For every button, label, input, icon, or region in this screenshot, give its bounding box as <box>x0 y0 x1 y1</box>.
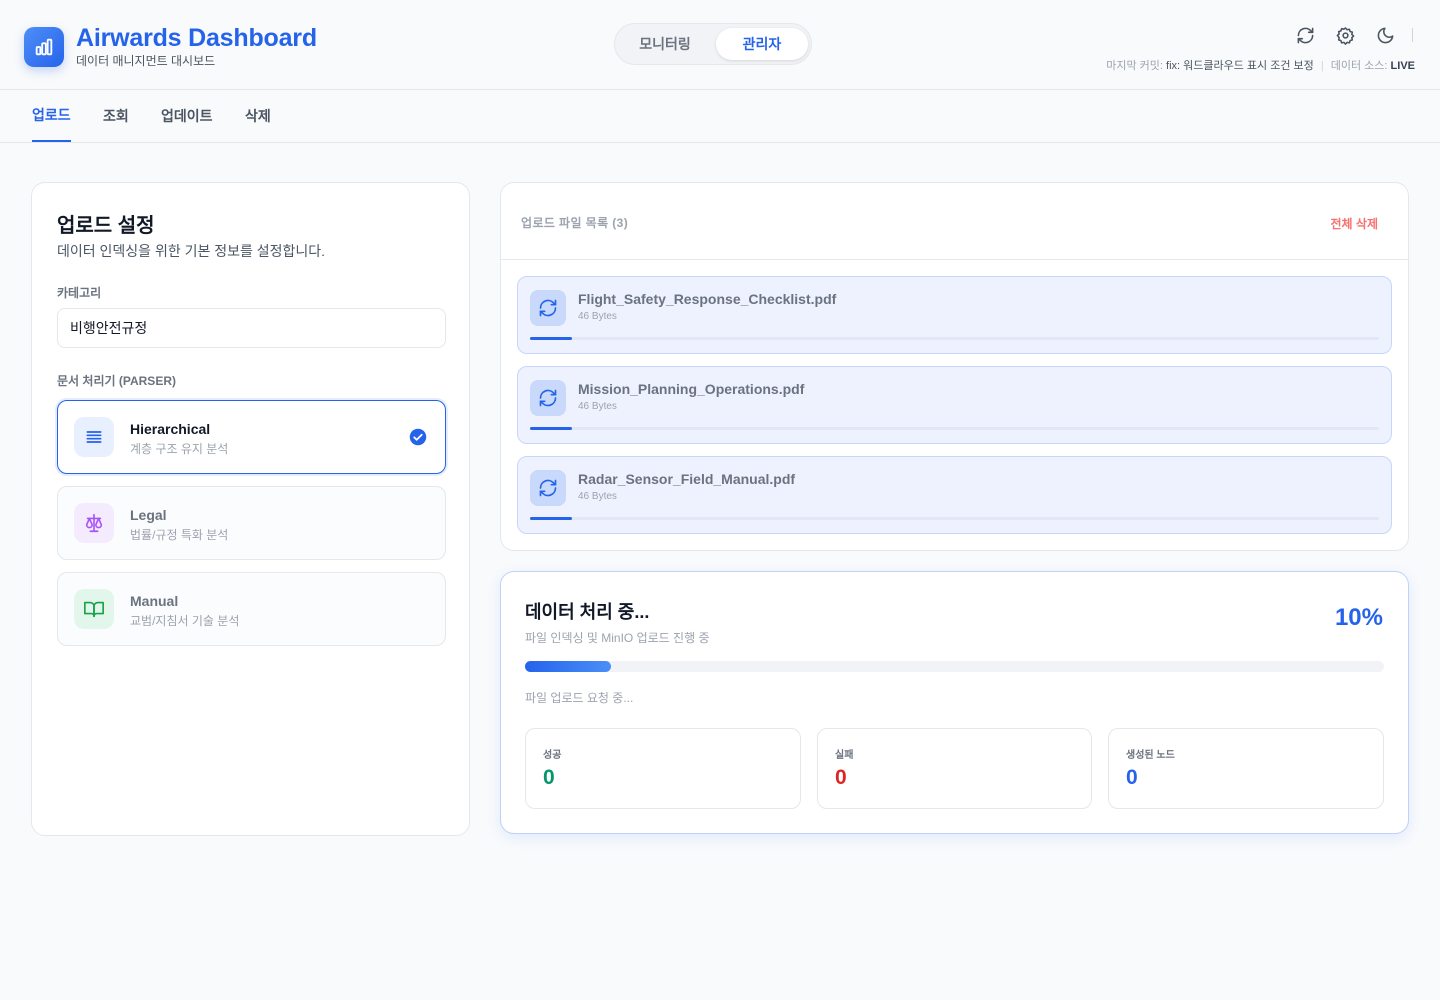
commit-label: 마지막 커밋: <box>1106 60 1163 72</box>
file-progress-fill <box>530 337 573 340</box>
commit-info: 마지막 커밋: fix: 워드클라우드 표시 조건 보정 | 데이터 소스: L… <box>1106 57 1415 73</box>
tab-search[interactable]: 조회 <box>103 90 129 142</box>
processing-subtitle: 파일 인덱싱 및 MinIO 업로드 진행 중 <box>525 631 710 645</box>
file-size: 46 Bytes <box>578 491 617 502</box>
commit-value: fix: 워드클라우드 표시 조건 보정 <box>1166 60 1314 72</box>
parser-desc: 법률/규정 특화 분석 <box>130 528 229 542</box>
file-progress-fill <box>530 427 573 430</box>
moon-icon[interactable] <box>1372 24 1398 46</box>
file-list-title: 업로드 파일 목록 (3) <box>521 216 629 230</box>
app-title: Airwards Dashboard <box>76 24 317 52</box>
refresh-icon <box>530 470 566 506</box>
parser-desc: 교범/지침서 기술 분석 <box>130 614 240 628</box>
file-item: Mission_Planning_Operations.pdf 46 Bytes <box>517 366 1392 444</box>
refresh-icon[interactable] <box>1292 24 1318 46</box>
refresh-icon <box>530 290 566 326</box>
file-progress-bar <box>530 337 1379 340</box>
stat-label: 실패 <box>835 750 854 761</box>
file-progress-bar <box>530 517 1379 520</box>
bar-chart-icon <box>24 26 64 67</box>
category-input[interactable] <box>57 308 446 348</box>
file-size: 46 Bytes <box>578 401 617 412</box>
mode-admin-button[interactable]: 관리자 <box>716 28 808 60</box>
check-circle-icon <box>409 428 427 446</box>
stat-value: 0 <box>543 766 555 789</box>
parser-name: Hierarchical <box>130 421 211 437</box>
header-divider <box>1412 28 1413 42</box>
processing-progress-fill <box>525 661 611 672</box>
parser-name: Legal <box>130 507 167 523</box>
processing-title: 데이터 처리 중... <box>525 602 650 622</box>
list-icon <box>74 417 114 457</box>
processing-percent: 10% <box>1334 604 1383 631</box>
gear-icon[interactable] <box>1332 24 1358 46</box>
mode-monitoring-button[interactable]: 모니터링 <box>619 28 711 60</box>
category-label: 카테고리 <box>57 286 102 300</box>
file-item: Flight_Safety_Response_Checklist.pdf 46 … <box>517 276 1392 354</box>
delete-all-button[interactable]: 전체 삭제 <box>1331 215 1379 232</box>
mode-switch: 모니터링 관리자 <box>614 23 812 65</box>
commit-divider: | <box>1320 60 1324 72</box>
upload-settings-title: 업로드 설정 <box>57 215 155 237</box>
file-name: Flight_Safety_Response_Checklist.pdf <box>578 291 837 307</box>
source-label: 데이터 소스: <box>1330 60 1388 72</box>
app-subtitle: 데이터 매니지먼트 대시보드 <box>76 54 216 68</box>
scale-icon <box>74 503 114 543</box>
stat-label: 생성된 노드 <box>1126 750 1175 761</box>
parser-name: Manual <box>130 593 179 609</box>
refresh-icon <box>530 380 566 416</box>
file-size: 46 Bytes <box>578 311 617 322</box>
file-name: Radar_Sensor_Field_Manual.pdf <box>578 471 796 487</box>
file-progress-fill <box>530 517 573 520</box>
processing-panel: 데이터 처리 중... 파일 인덱싱 및 MinIO 업로드 진행 중 10% … <box>500 571 1409 834</box>
upload-settings-panel: 업로드 설정 데이터 인덱싱을 위한 기본 정보를 설정합니다. 카테고리 문서… <box>31 182 470 836</box>
file-progress-bar <box>530 427 1379 430</box>
tab-delete[interactable]: 삭제 <box>245 90 271 142</box>
stat-label: 성공 <box>543 750 562 761</box>
parser-label: 문서 처리기 (PARSER) <box>57 374 176 388</box>
tab-update[interactable]: 업데이트 <box>161 90 213 142</box>
file-name: Mission_Planning_Operations.pdf <box>578 381 805 397</box>
stat-value: 0 <box>1126 766 1138 789</box>
file-item: Radar_Sensor_Field_Manual.pdf 46 Bytes <box>517 456 1392 534</box>
source-value: LIVE <box>1390 60 1415 72</box>
stat-value: 0 <box>835 766 847 789</box>
main-tabs: 업로드 조회 업데이트 삭제 <box>0 90 1440 143</box>
book-icon <box>74 589 114 629</box>
parser-option-manual[interactable]: Manual 교범/지침서 기술 분석 <box>57 572 446 646</box>
stat-failed: 실패 0 <box>817 728 1092 809</box>
tab-upload[interactable]: 업로드 <box>32 90 71 142</box>
upload-file-list-panel: 업로드 파일 목록 (3) 전체 삭제 Flight_Safety_Respon… <box>500 182 1409 551</box>
processing-progress-bar <box>525 661 1384 672</box>
stat-nodes: 생성된 노드 0 <box>1108 728 1384 809</box>
upload-settings-subtitle: 데이터 인덱싱을 위한 기본 정보를 설정합니다. <box>57 243 326 259</box>
processing-status: 파일 업로드 요청 중... <box>525 691 634 705</box>
app-header: Airwards Dashboard 데이터 매니지먼트 대시보드 모니터링 관… <box>0 0 1440 90</box>
stat-success: 성공 0 <box>525 728 801 809</box>
parser-option-legal[interactable]: Legal 법률/규정 특화 분석 <box>57 486 446 560</box>
parser-option-hierarchical[interactable]: Hierarchical 계층 구조 유지 분석 <box>57 400 446 474</box>
brand[interactable]: Airwards Dashboard 데이터 매니지먼트 대시보드 <box>24 24 317 69</box>
parser-desc: 계층 구조 유지 분석 <box>130 442 229 456</box>
